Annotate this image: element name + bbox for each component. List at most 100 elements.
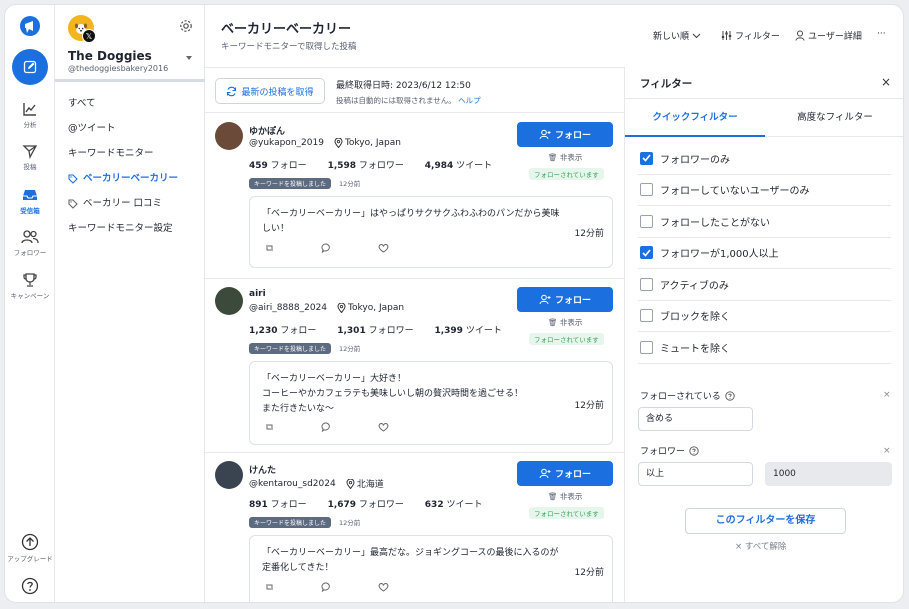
like-icon[interactable] (378, 243, 389, 253)
account-dropdown-icon[interactable] (186, 56, 192, 60)
cond-followers-operator[interactable]: 以上 (638, 462, 753, 486)
check-icon (642, 154, 651, 162)
compose-button[interactable] (12, 49, 48, 85)
user-name[interactable]: airi (249, 289, 266, 299)
follow-button[interactable]: フォロー (517, 287, 613, 312)
keyword-badge: キーワードを投稿しました (249, 517, 332, 528)
like-icon[interactable] (378, 582, 389, 592)
upgrade-arrow-icon (21, 533, 39, 551)
user-plus-icon (539, 294, 551, 305)
rail-item-analytics[interactable]: 分析 (5, 101, 55, 129)
nav-item-mentions[interactable]: @ツイート (55, 116, 205, 141)
gear-icon[interactable] (179, 19, 193, 33)
remove-condition-icon[interactable]: × (883, 390, 891, 400)
checkbox[interactable] (640, 309, 653, 323)
follow-button[interactable]: フォロー (517, 461, 613, 486)
retweet-icon[interactable] (264, 243, 275, 253)
retweet-icon[interactable] (264, 422, 275, 432)
help-button[interactable] (5, 577, 55, 597)
user-name[interactable]: ゆかぽん (249, 124, 285, 137)
filter-panel-header: フィルター × (625, 67, 903, 99)
filter-option[interactable]: フォローしていないユーザーのみ (638, 175, 891, 206)
user-avatar[interactable] (215, 461, 243, 489)
filter-option[interactable]: フォロワーのみ (638, 143, 891, 175)
filter-option[interactable]: フォローしたことがない (638, 206, 891, 238)
chevron-down-icon (692, 33, 701, 38)
user-avatar[interactable] (215, 287, 243, 315)
nav-item-keyword-bakery[interactable]: ベーカリーベーカリー (55, 166, 205, 191)
fetch-note: 投稿は自動的には取得されません。 ヘルプ (336, 95, 481, 106)
save-filter-button[interactable]: このフィルターを保存 (685, 508, 846, 534)
reply-icon[interactable] (321, 422, 332, 432)
hide-button[interactable]: 🗑 非表示 (548, 317, 582, 328)
nav-item-keyword-settings[interactable]: キーワードモニター設定 (55, 216, 205, 241)
follower-label: フォロワー (368, 326, 414, 336)
nav-item-keyword-monitor[interactable]: キーワードモニター (55, 141, 205, 166)
filter-option[interactable]: フォロワーが1,000人以上 (638, 238, 891, 269)
user-location: Tokyo, Japan (334, 138, 401, 148)
filter-option-label: フォローしていないユーザーのみ (660, 186, 810, 198)
like-icon[interactable] (378, 422, 389, 432)
follow-label: フォロー (554, 296, 591, 306)
filter-option-label: ミュートを除く (660, 343, 730, 355)
reply-icon[interactable] (321, 582, 332, 592)
cond-followers-value[interactable]: 1000 (765, 462, 892, 486)
checkbox[interactable] (640, 277, 653, 291)
checkbox[interactable] (640, 183, 653, 197)
user-detail-toggle[interactable]: ユーザー詳細 (795, 29, 862, 42)
more-menu-button[interactable]: ··· (877, 29, 886, 39)
checkbox[interactable] (640, 214, 653, 228)
hide-button[interactable]: 🗑 非表示 (548, 491, 582, 502)
cond-followed-select[interactable]: 含める (638, 407, 753, 431)
reply-icon[interactable] (321, 243, 332, 253)
tweet-box[interactable]: 「ベーカリーベーカリー」はやっぱりサクサクふわふわのパンだから美味しい！ 12分… (249, 196, 613, 268)
close-icon[interactable]: × (881, 75, 891, 89)
app-logo-icon[interactable] (18, 15, 42, 39)
checkbox[interactable] (640, 246, 653, 260)
remove-condition-icon[interactable]: × (883, 446, 891, 456)
tab-advanced-filter[interactable]: 高度なフィルター (765, 99, 903, 137)
quick-filter-list: フォロワーのみフォローしていないユーザーのみフォローしたことがないフォロワーが1… (638, 143, 891, 364)
account-name[interactable]: The Doggies (68, 49, 152, 63)
retweet-icon[interactable] (264, 582, 275, 592)
help-icon[interactable] (689, 445, 699, 456)
account-handle: @thedoggiesbakery2016 (68, 64, 169, 73)
tweet-box[interactable]: 「ベーカリーベーカリー」大好き！ コーヒーやかカフェラテも美味しいし朝の贅沢時間… (249, 361, 613, 445)
rail-item-post[interactable]: 投稿 (5, 143, 55, 171)
filter-option[interactable]: アクティブのみ (638, 269, 891, 301)
follow-button[interactable]: フォロー (517, 122, 613, 147)
clear-all-button[interactable]: × すべて解除 (735, 540, 786, 552)
nav-label: キーワードモニター設定 (68, 223, 173, 234)
filter-option-label: アクティブのみ (660, 280, 729, 292)
tab-quick-filter[interactable]: クイックフィルター (625, 99, 765, 137)
help-icon[interactable] (725, 390, 735, 401)
badge-time: 12分前 (339, 345, 361, 353)
filter-option[interactable]: ブロックを除く (638, 301, 891, 332)
tweet-label: ツイート (456, 161, 493, 171)
help-link[interactable]: ヘルプ (458, 96, 481, 105)
filter-option[interactable]: ミュートを除く (638, 332, 891, 364)
checkbox[interactable] (640, 151, 653, 165)
user-plus-icon (539, 468, 551, 479)
rail-item-followers[interactable]: フォロワー (5, 229, 55, 257)
sort-dropdown[interactable]: 新しい順 (653, 29, 701, 42)
user-avatar[interactable] (215, 122, 243, 150)
hide-button[interactable]: 🗑 非表示 (548, 152, 582, 163)
user-name[interactable]: けんた (249, 463, 276, 476)
nav-label: すべて (68, 98, 96, 109)
filter-toggle[interactable]: フィルター (721, 29, 780, 42)
nav-item-all[interactable]: すべて (55, 91, 205, 116)
rail-item-campaign[interactable]: キャンペーン (5, 272, 55, 300)
follow-stat: 459 フォロー (249, 161, 316, 171)
tweet-box[interactable]: 「ベーカリーベーカリー」最高だな。ジョギングコースの最後に入るのが定番化してきた… (249, 535, 613, 602)
rail-label: 分析 (23, 121, 37, 129)
filter-option-label: フォロワーが1,000人以上 (660, 249, 779, 261)
follow-stat: 891 フォロー (249, 500, 316, 510)
user-stats: 459 フォロー 1,598 フォロワー 4,984 ツイート (249, 158, 510, 171)
chart-icon (23, 103, 36, 116)
fetch-latest-button[interactable]: 最新の投稿を取得 (215, 78, 325, 104)
rail-item-inbox[interactable]: 受信箱 (5, 187, 55, 215)
nav-item-keyword-reviews[interactable]: ベーカリー 口コミ (55, 191, 205, 216)
checkbox[interactable] (640, 340, 653, 354)
upgrade-button[interactable]: アップグレード (5, 533, 55, 563)
